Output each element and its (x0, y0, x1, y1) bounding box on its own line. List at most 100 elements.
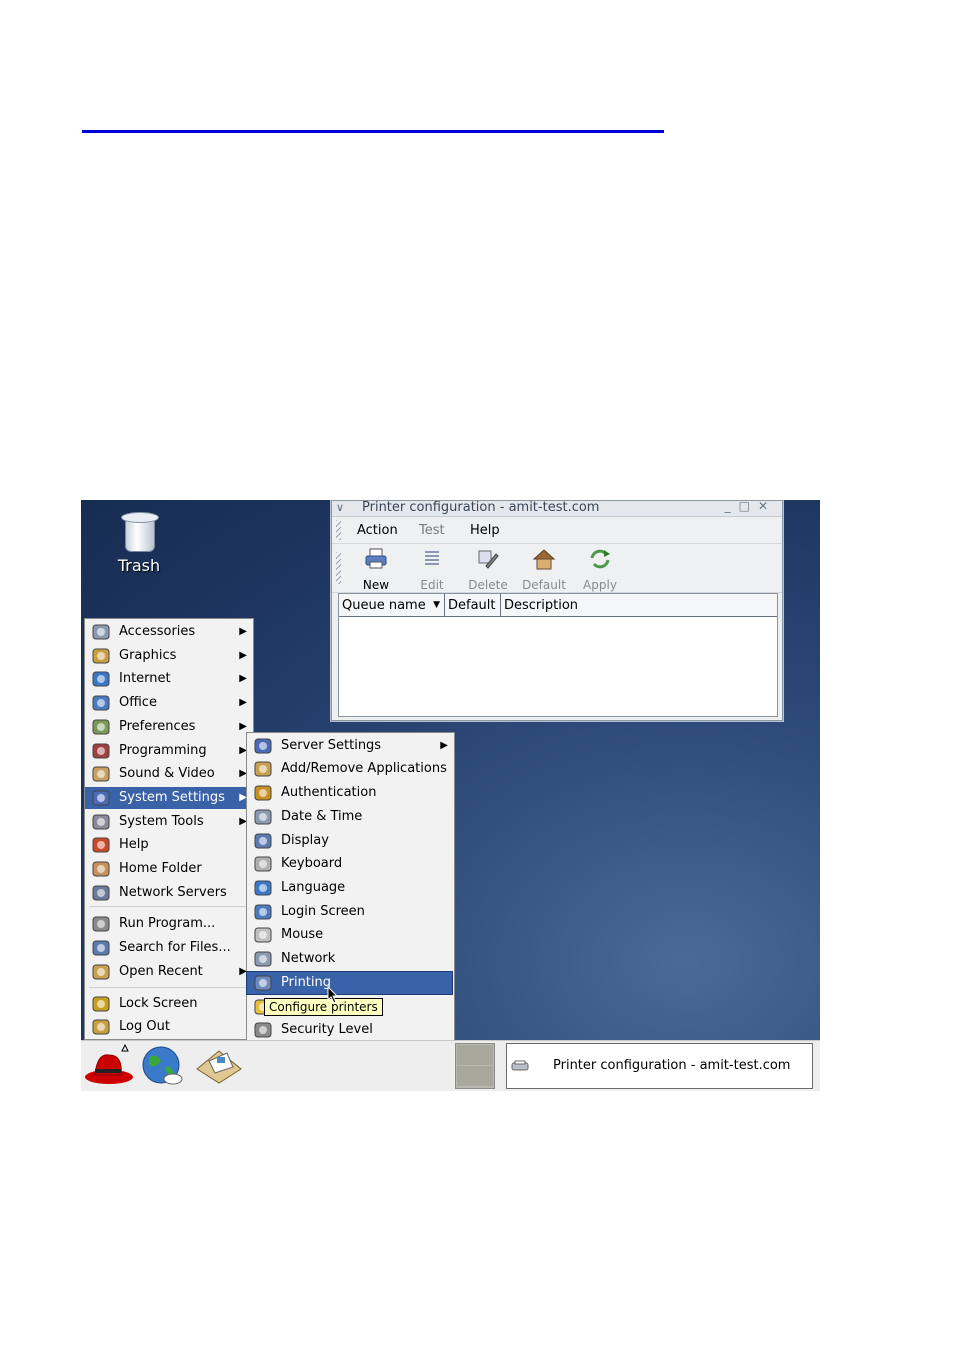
menu-item-label: Lock Screen (119, 996, 198, 1011)
menu-item-label: Office (119, 695, 157, 710)
internet-globe-icon (92, 671, 110, 687)
network-icon (254, 951, 272, 967)
menu-item-programming[interactable]: Programming ▶ (85, 740, 251, 762)
mouse-pointer-icon (327, 986, 339, 1004)
open-recent-icon (92, 964, 110, 980)
submenu-item-label: Mouse (281, 927, 324, 942)
menu-item-label: System Settings (119, 790, 225, 805)
security-level-icon (254, 1022, 272, 1038)
window-menu-icon[interactable]: ∨ (336, 501, 344, 514)
menu-item-lock-screen[interactable]: Lock Screen (85, 993, 251, 1015)
submenu-item-label: Network (281, 951, 336, 966)
menu-item-office[interactable]: Office ▶ (85, 692, 251, 714)
apply-button[interactable]: Apply (572, 548, 628, 592)
menu-item-label: Run Program... (119, 916, 216, 931)
column-queue-name-label: Queue name (342, 598, 426, 613)
language-globe-icon (254, 880, 272, 896)
taskbar-button-printer-config[interactable]: Printer configuration - amit-test.com (506, 1043, 813, 1089)
workspace-pager[interactable] (455, 1043, 495, 1089)
menu-item-label: Help (119, 837, 149, 852)
menu-item-system-tools[interactable]: System Tools ▶ (85, 811, 251, 833)
window-title: Printer configuration - amit-test.com (362, 500, 600, 515)
submenu-item-security-level[interactable]: Security Level (247, 1019, 452, 1041)
printer-icon (511, 1060, 529, 1071)
submenu-item-label: Date & Time (281, 809, 363, 824)
column-queue-name[interactable]: Queue name ▼ (339, 594, 445, 617)
submenu-item-display[interactable]: Display (247, 830, 452, 852)
keyboard-icon (254, 856, 272, 872)
submenu-item-label: Printing (281, 975, 332, 990)
submenu-item-server-settings[interactable]: Server Settings ▶ (247, 735, 452, 757)
web-browser-globe-icon[interactable] (137, 1043, 189, 1087)
submenu-item-login-screen[interactable]: Login Screen (247, 901, 452, 923)
redhat-menu-icon[interactable] (83, 1043, 135, 1087)
trash-desktop-icon[interactable]: Trash (103, 512, 175, 575)
menu-item-log-out[interactable]: Log Out (85, 1016, 251, 1038)
menu-action[interactable]: Action (357, 523, 398, 538)
menu-item-accessories[interactable]: Accessories ▶ (85, 621, 251, 643)
menu-item-home-folder[interactable]: Home Folder (85, 858, 251, 880)
column-description[interactable]: Description (501, 594, 777, 617)
display-monitor-icon (254, 833, 272, 849)
home-folder-icon (92, 861, 110, 877)
submenu-item-label: Display (281, 833, 329, 848)
submenu-item-language[interactable]: Language (247, 877, 452, 899)
toolbar-grip[interactable] (336, 552, 341, 584)
close-icon[interactable]: ✕ (758, 500, 776, 513)
delete-button[interactable]: Delete (460, 548, 516, 592)
delete-icon (478, 550, 499, 569)
menu-item-label: Search for Files... (119, 940, 231, 955)
menubar: Action Test Help (332, 517, 782, 544)
column-default[interactable]: Default (445, 594, 501, 617)
menu-item-graphics[interactable]: Graphics ▶ (85, 645, 251, 667)
minimize-icon[interactable]: _ (725, 500, 739, 513)
submenu-item-label: Authentication (281, 785, 377, 800)
home-default-icon (532, 549, 556, 570)
system-settings-icon (92, 790, 110, 806)
menu-separator (89, 987, 247, 988)
submenu-item-network[interactable]: Network (247, 948, 452, 970)
menu-item-preferences[interactable]: Preferences ▶ (85, 716, 251, 738)
delete-label: Delete (468, 578, 508, 592)
submenu-item-printing[interactable]: Printing (246, 971, 453, 995)
printer-queue-list[interactable]: Queue name ▼ Default Description (338, 593, 778, 717)
chevron-right-icon: ▶ (239, 673, 247, 684)
default-label: Default (522, 578, 566, 592)
submenu-item-authentication[interactable]: Authentication (247, 782, 452, 804)
trash-icon (121, 512, 159, 552)
log-out-icon (92, 1019, 110, 1035)
menu-item-system-settings[interactable]: System Settings ▶ (85, 787, 251, 809)
chevron-right-icon: ▶ (239, 697, 247, 708)
desktop: Trash ∨ Printer configuration - amit-tes… (81, 500, 820, 1091)
lock-icon (92, 996, 110, 1012)
submenu-item-label: Security Level (281, 1022, 373, 1037)
menu-test[interactable]: Test (419, 523, 445, 538)
menu-item-internet[interactable]: Internet ▶ (85, 668, 251, 690)
submenu-item-keyboard[interactable]: Keyboard (247, 853, 452, 875)
toolbar: New Edit Delete Default Apply (332, 544, 782, 593)
menu-item-sound-video[interactable]: Sound & Video ▶ (85, 763, 251, 785)
menu-item-search-for-files[interactable]: Search for Files... (85, 937, 251, 959)
accessories-icon (92, 624, 110, 640)
preferences-icon (92, 719, 110, 735)
menu-help[interactable]: Help (470, 523, 500, 538)
submenu-item-mouse[interactable]: Mouse (247, 924, 452, 946)
menubar-grip[interactable] (336, 520, 341, 540)
maximize-icon[interactable]: □ (739, 500, 758, 513)
new-button[interactable]: New (348, 548, 404, 592)
mail-envelope-icon[interactable] (193, 1043, 245, 1087)
window-titlebar[interactable]: ∨ Printer configuration - amit-test.com … (332, 500, 782, 517)
menu-item-network-servers[interactable]: Network Servers (85, 882, 251, 904)
menu-item-label: Home Folder (119, 861, 202, 876)
default-button[interactable]: Default (516, 548, 572, 592)
main-menu: Accessories ▶ Graphics ▶ Internet ▶ Office ▶ Pre… (84, 618, 254, 1040)
menu-item-run-program[interactable]: Run Program... (85, 913, 251, 935)
trash-label: Trash (117, 556, 161, 575)
menu-item-open-recent[interactable]: Open Recent ▶ (85, 961, 251, 983)
submenu-item-add-remove-applications[interactable]: Add/Remove Applications (247, 758, 452, 780)
menu-item-help[interactable]: Help (85, 834, 251, 856)
menu-item-label: Log Out (119, 1019, 170, 1034)
submenu-item-date-time[interactable]: Date & Time (247, 806, 452, 828)
edit-button[interactable]: Edit (404, 548, 460, 592)
new-label: New (362, 578, 390, 592)
